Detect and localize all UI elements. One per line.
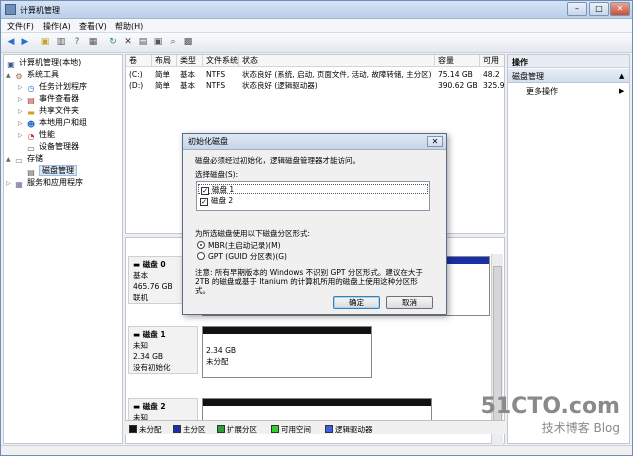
cancel-button[interactable]: 取消	[386, 296, 433, 309]
show-hide-tree-icon[interactable]: ▥	[55, 36, 67, 48]
volume-capacity: 75.14 GB	[438, 70, 473, 79]
volume-type: 基本	[180, 81, 195, 90]
tree-item-device-manager[interactable]: ▭ 设备管理器	[18, 141, 79, 153]
search-icon[interactable]: ⌕	[167, 36, 179, 48]
volume-type: 基本	[180, 70, 195, 79]
disk-icon: ▬	[133, 402, 143, 411]
mbr-option[interactable]: MBR(主启动记录)(M)	[197, 241, 281, 251]
legend-unallocated: 未分配	[129, 424, 162, 435]
gpt-radio[interactable]	[197, 252, 205, 260]
dialog-intro: 磁盘必须经过初始化，逻辑磁盘管理器才能访问。	[195, 156, 360, 165]
actions-pane: 操作 磁盘管理 ▲ 更多操作 ▶	[507, 54, 630, 444]
legend-logical-drive: 逻辑驱动器	[325, 424, 373, 435]
services-icon: ▦	[15, 180, 23, 189]
select-disks-label: 选择磁盘(S):	[195, 170, 239, 179]
properties-icon[interactable]: ▦	[87, 36, 99, 48]
tree-item-storage[interactable]: ▲ ▭ 存储	[6, 153, 43, 165]
legend-primary: 主分区	[173, 424, 206, 435]
column-header-type[interactable]: 类型	[177, 55, 203, 67]
column-header-volume[interactable]: 卷	[126, 55, 152, 67]
tree-item-performance[interactable]: ▷ ◔ 性能	[18, 129, 55, 141]
open-icon[interactable]: ▤	[137, 36, 149, 48]
disk-2-checkbox-row[interactable]: ✓ 磁盘 2	[198, 196, 428, 206]
volume-status: 状态良好 (逻辑驱动器)	[242, 81, 318, 90]
refresh-icon[interactable]: ↻	[107, 36, 119, 48]
column-header-status[interactable]: 状态	[239, 55, 435, 67]
legend-free-space: 可用空间	[271, 424, 311, 435]
disk-1-checkbox[interactable]: ✓	[201, 187, 209, 195]
volume-name: (D:)	[129, 81, 144, 90]
disk-1-checkbox-row[interactable]: ✓ 磁盘 1	[198, 184, 428, 195]
disk-icon: ▬	[133, 330, 143, 339]
ok-button[interactable]: 确定	[333, 296, 380, 309]
watermark-sub: 技术博客 Blog	[541, 421, 620, 435]
computer-management-window: 计算机管理 – □ ✕ 文件(F) 操作(A) 查看(V) 帮助(H) ◀ ▶ …	[0, 0, 633, 456]
help-icon[interactable]: ?	[71, 36, 83, 48]
volume-status: 状态良好 (系统, 启动, 页面文件, 活动, 故障转储, 主分区)	[242, 70, 432, 79]
volume-filesystem: NTFS	[206, 70, 226, 79]
disk-select-list[interactable]: ✓ 磁盘 1 ✓ 磁盘 2	[196, 181, 430, 211]
tree-item-disk-management[interactable]: ▤ 磁盘管理	[18, 165, 77, 177]
tree-item-computer-management[interactable]: ▣ 计算机管理(本地)	[6, 57, 81, 69]
volume-capacity: 390.62 GB	[438, 81, 478, 90]
disk-1-label[interactable]: ▬ 磁盘 1 未知 2.34 GB 没有初始化	[128, 326, 198, 374]
tree-item-local-users[interactable]: ▷ ☻ 本地用户和组	[18, 117, 87, 129]
gpt-option[interactable]: GPT (GUID 分区表)(G)	[197, 252, 287, 262]
menu-action[interactable]: 操作(A)	[43, 21, 71, 32]
disk-icon: ▬	[133, 260, 143, 269]
tree-item-shared-folders[interactable]: ▷ ▬ 共享文件夹	[18, 105, 79, 117]
column-header-filesystem[interactable]: 文件系统	[203, 55, 239, 67]
dialog-note-line-2: 2TB 的磁盘或基于 Itanium 的计算机所用的磁盘上使用这种分区形	[195, 277, 418, 286]
volume-layout: 简单	[155, 70, 170, 79]
menu-bar: 文件(F) 操作(A) 查看(V) 帮助(H)	[1, 19, 632, 33]
menu-file[interactable]: 文件(F)	[7, 21, 34, 32]
volume-filesystem: NTFS	[206, 81, 226, 90]
volume-free: 325.9	[483, 81, 505, 90]
tree-item-task-scheduler[interactable]: ▷ ◷ 任务计划程序	[18, 81, 87, 93]
maximize-button[interactable]: □	[589, 2, 609, 16]
computer-management-icon	[5, 4, 16, 15]
legend: 未分配 主分区 扩展分区 可用空间 逻辑驱动器	[125, 420, 505, 434]
close-button[interactable]: ✕	[610, 2, 630, 16]
delete-icon[interactable]: ✕	[122, 36, 134, 48]
menu-help[interactable]: 帮助(H)	[115, 21, 143, 32]
status-bar	[1, 445, 632, 455]
disk-1-unallocated[interactable]: 2.34 GB 未分配	[202, 326, 372, 378]
watermark-main: 51CTO.com	[480, 394, 620, 419]
toolbar: ◀ ▶ ▣ ▥ ? ▦ ↻ ✕ ▤ ▣ ⌕ ▩	[1, 33, 632, 53]
submenu-arrow-icon: ▶	[619, 87, 625, 95]
initialize-disk-dialog: 初始化磁盘 ✕ 磁盘必须经过初始化，逻辑磁盘管理器才能访问。 选择磁盘(S): …	[182, 133, 447, 315]
mbr-radio[interactable]	[197, 241, 205, 249]
save-icon[interactable]: ▣	[152, 36, 164, 48]
settings-icon[interactable]: ▩	[182, 36, 194, 48]
up-folder-icon[interactable]: ▣	[39, 36, 51, 48]
more-actions-link[interactable]: 更多操作	[526, 86, 558, 97]
title-bar: 计算机管理 – □ ✕	[1, 1, 632, 19]
volume-layout: 简单	[155, 81, 170, 90]
column-header-free[interactable]: 可用	[480, 55, 504, 67]
actions-section-disk-management[interactable]: 磁盘管理	[508, 69, 629, 83]
back-icon[interactable]: ◀	[5, 36, 17, 48]
column-header-layout[interactable]: 布局	[152, 55, 177, 67]
actions-header: 操作	[508, 55, 629, 68]
dialog-title: 初始化磁盘	[183, 134, 446, 150]
navigation-tree: ▣ 计算机管理(本地) ▲ ⚙ 系统工具 ▷ ◷ 任务计划程序 ▷ ▤ 事件查看器 ▷ ▬ 共享文…	[3, 54, 123, 444]
tree-item-event-viewer[interactable]: ▷ ▤ 事件查看器	[18, 93, 79, 105]
partition-style-label: 为所选磁盘使用以下磁盘分区形式:	[195, 229, 311, 238]
legend-extended: 扩展分区	[217, 424, 257, 435]
forward-icon[interactable]: ▶	[19, 36, 31, 48]
menu-view[interactable]: 查看(V)	[79, 21, 107, 32]
tree-item-system-tools[interactable]: ▲ ⚙ 系统工具	[6, 69, 59, 81]
tree-item-services-and-applications[interactable]: ▷ ▦ 服务和应用程序	[6, 177, 83, 189]
window-title: 计算机管理	[20, 6, 60, 15]
collapse-arrow-icon[interactable]: ▲	[619, 72, 624, 80]
watermark: 51CTO.com 技术博客 Blog	[481, 394, 620, 436]
column-header-capacity[interactable]: 容量	[435, 55, 480, 67]
volume-name: (C:)	[129, 70, 143, 79]
volume-free: 48.2	[483, 70, 500, 79]
dialog-note-line-3: 式。	[195, 286, 210, 295]
disk-2-checkbox[interactable]: ✓	[200, 198, 208, 206]
minimize-button[interactable]: –	[567, 2, 587, 16]
dialog-close-button[interactable]: ✕	[427, 136, 443, 147]
